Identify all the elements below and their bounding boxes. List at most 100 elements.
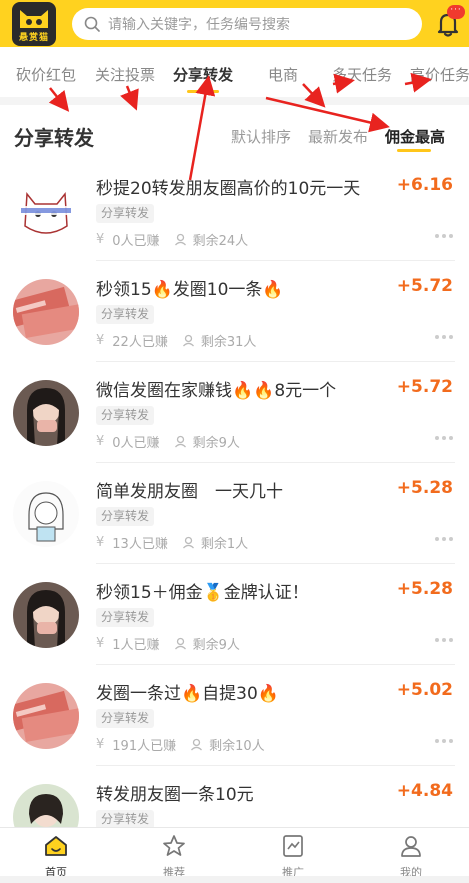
yen-icon: ¥ — [96, 737, 105, 752]
nav-promote[interactable]: 推广 — [263, 834, 323, 880]
section-title: 分享转发 — [14, 126, 94, 150]
task-meta: ¥ 22人已赚 剩余31人 — [96, 331, 256, 350]
task-price: +5.72 — [396, 377, 453, 397]
task-price: +5.72 — [396, 276, 453, 296]
remaining-count: 剩余9人 — [192, 436, 240, 451]
nav-mine[interactable]: 我的 — [381, 834, 441, 880]
more-icon[interactable] — [435, 537, 453, 541]
more-icon[interactable] — [435, 234, 453, 238]
task-avatar — [13, 582, 79, 648]
app-logo[interactable]: 悬赏猫 — [12, 2, 56, 46]
task-tag: 分享转发 — [96, 406, 155, 425]
person-icon — [182, 536, 194, 549]
tab-share[interactable]: 分享转发 — [173, 64, 233, 85]
task-title: 微信发圈在家赚钱🔥🔥8元一个 — [96, 381, 337, 401]
task-item[interactable]: 秒领15＋佣金🥇金牌认证！ +5.28 分享转发 ¥ 1人已赚 剩余9人 — [0, 564, 469, 665]
task-price: +5.28 — [396, 478, 453, 498]
earned-count: 0人已赚 — [112, 436, 160, 451]
bottom-nav: 首页 推荐 推广 我的 — [0, 827, 469, 883]
star-icon — [163, 835, 185, 856]
task-item[interactable]: 秒领15🔥发圈10一条🔥 +5.72 分享转发 ¥ 22人已赚 剩余31人 — [0, 261, 469, 362]
task-price: +6.16 — [396, 175, 453, 195]
task-title: 发圈一条过🔥自提30🔥 — [96, 684, 279, 704]
search-icon — [84, 16, 100, 32]
task-meta: ¥ 1人已赚 剩余9人 — [96, 634, 240, 653]
nav-recommend[interactable]: 推荐 — [144, 834, 204, 880]
task-title: 秒领15🔥发圈10一条🔥 — [96, 280, 284, 300]
task-price: +4.84 — [396, 781, 453, 801]
task-price: +5.02 — [396, 680, 453, 700]
yen-icon: ¥ — [96, 535, 105, 550]
person-icon — [174, 435, 186, 448]
task-meta: ¥ 191人已赚 剩余10人 — [96, 735, 265, 754]
user-icon — [401, 836, 421, 857]
nav-home[interactable]: 首页 — [26, 834, 86, 880]
task-avatar — [13, 380, 79, 446]
task-tag: 分享转发 — [96, 608, 155, 627]
task-price: +5.28 — [396, 579, 453, 599]
task-item[interactable]: 简单发朋友圈 一天几十 +5.28 分享转发 ¥ 13人已赚 剩余1人 — [0, 463, 469, 564]
remaining-count: 剩余24人 — [192, 234, 249, 249]
task-avatar — [13, 279, 79, 345]
yen-icon: ¥ — [96, 636, 105, 651]
top-header: 悬赏猫 请输入关键字，任务编号搜索 ··· — [0, 0, 469, 47]
cat-logo-icon — [20, 10, 48, 28]
task-meta: ¥ 0人已赚 剩余24人 — [96, 230, 248, 249]
tab-high-price[interactable]: 高价任务 — [410, 64, 469, 85]
more-icon[interactable] — [435, 739, 453, 743]
task-tag: 分享转发 — [96, 204, 155, 223]
task-title: 简单发朋友圈 一天几十 — [96, 482, 283, 502]
person-icon — [174, 637, 186, 650]
remaining-count: 剩余31人 — [200, 335, 257, 350]
promote-icon — [283, 835, 303, 857]
earned-count: 22人已赚 — [112, 335, 168, 350]
yen-icon: ¥ — [96, 434, 105, 449]
notification-badge: ··· — [447, 5, 465, 19]
search-input[interactable]: 请输入关键字，任务编号搜索 — [72, 8, 422, 40]
remaining-count: 剩余9人 — [192, 638, 240, 653]
tab-ecommerce[interactable]: 电商 — [268, 64, 298, 85]
yen-icon: ¥ — [96, 333, 105, 348]
earned-count: 0人已赚 — [112, 234, 160, 249]
more-icon[interactable] — [435, 436, 453, 440]
task-meta: ¥ 13人已赚 剩余1人 — [96, 533, 248, 552]
task-item[interactable]: 秒提20转发朋友圈高价的10元一天 +6.16 分享转发 ¥ 0人已赚 剩余24… — [0, 160, 469, 261]
sort-newest[interactable]: 最新发布 — [308, 126, 368, 147]
home-indicator-bar — [0, 876, 469, 883]
sort-default[interactable]: 默认排序 — [231, 126, 291, 147]
person-icon — [174, 233, 186, 246]
task-item[interactable]: 发圈一条过🔥自提30🔥 +5.02 分享转发 ¥ 191人已赚 剩余10人 — [0, 665, 469, 766]
active-sort-indicator — [397, 149, 431, 152]
person-icon — [182, 334, 194, 347]
task-tag: 分享转发 — [96, 305, 155, 324]
tab-bargain[interactable]: 砍价红包 — [16, 64, 76, 85]
task-item[interactable]: 微信发圈在家赚钱🔥🔥8元一个 +5.72 分享转发 ¥ 0人已赚 剩余9人 — [0, 362, 469, 463]
task-avatar — [13, 683, 79, 749]
earned-count: 191人已赚 — [112, 739, 177, 754]
task-tag: 分享转发 — [96, 507, 155, 526]
remaining-count: 剩余10人 — [209, 739, 265, 754]
task-tag: 分享转发 — [96, 709, 155, 728]
earned-count: 13人已赚 — [112, 537, 168, 552]
more-icon[interactable] — [435, 638, 453, 642]
task-avatar — [13, 481, 79, 547]
tab-multi-day[interactable]: 多天任务 — [332, 64, 392, 85]
active-tab-indicator — [187, 90, 219, 93]
search-placeholder: 请输入关键字，任务编号搜索 — [108, 17, 290, 33]
person-icon — [191, 738, 203, 751]
sort-highest-commission[interactable]: 佣金最高 — [385, 126, 445, 147]
task-meta: ¥ 0人已赚 剩余9人 — [96, 432, 240, 451]
earned-count: 1人已赚 — [112, 638, 160, 653]
category-tabs: 砍价红包 关注投票 分享转发 电商 多天任务 高价任务 — [0, 47, 469, 97]
task-title: 秒领15＋佣金🥇金牌认证！ — [96, 583, 309, 603]
more-icon[interactable] — [435, 335, 453, 339]
task-title: 秒提20转发朋友圈高价的10元一天 — [96, 179, 361, 199]
logo-text: 悬赏猫 — [18, 33, 49, 43]
home-icon — [45, 836, 67, 856]
yen-icon: ¥ — [96, 232, 105, 247]
task-avatar — [13, 178, 79, 244]
tab-follow-vote[interactable]: 关注投票 — [95, 64, 155, 85]
remaining-count: 剩余1人 — [200, 537, 249, 552]
task-title: 转发朋友圈一条10元 — [96, 785, 254, 805]
section-divider — [0, 97, 469, 105]
